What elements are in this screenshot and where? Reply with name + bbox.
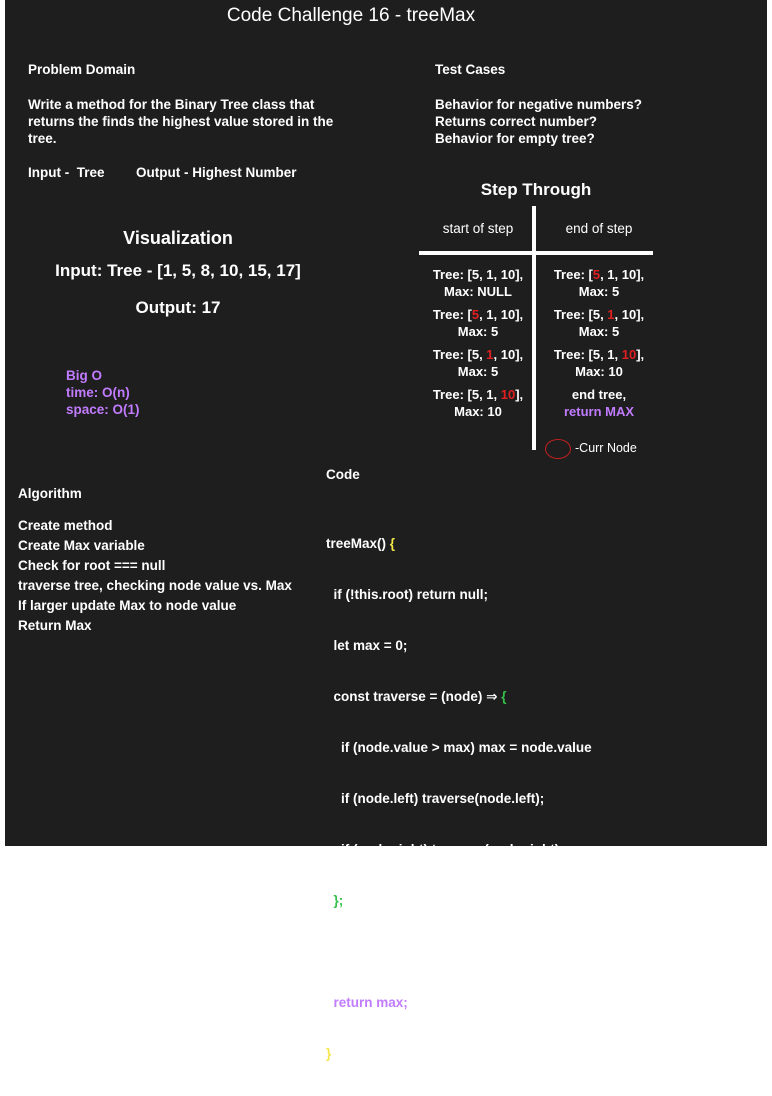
problem-line: Write a method for the Binary Tree class… (28, 97, 315, 112)
problem-line: returns the finds the highest value stor… (28, 114, 334, 129)
algorithm-step: If larger update Max to node value (18, 598, 237, 613)
algorithm-heading: Algorithm (18, 486, 82, 501)
page-title: Code Challenge 16 - treeMax (226, 5, 476, 26)
code-line: if (node.value > max) max = node.value (326, 740, 592, 755)
code-line: traverse(this.root); (326, 944, 454, 959)
code-heading: Code (326, 467, 360, 482)
problem-domain-heading: Problem Domain (28, 62, 136, 77)
column-header-start: start of step (442, 221, 514, 236)
code-line: return max; (326, 995, 408, 1010)
algorithm-step: Return Max (18, 618, 92, 633)
whiteboard-canvas: Code Challenge 16 - treeMax Problem Doma… (5, 0, 767, 1061)
step-end-cell: end tree, return MAX (563, 387, 635, 419)
big-o-time: time: O(n) (66, 385, 130, 400)
algorithm-steps: Create method Create Max variable Check … (18, 516, 292, 636)
code-line: if (node.left) traverse(node.left); (326, 791, 545, 806)
code-line: if (node.right) traverse(node.right); (326, 842, 564, 857)
test-case-item: Returns correct number? (435, 114, 598, 129)
code-line: treeMax() { (326, 536, 396, 551)
step-end-cell: Tree: [5, 1, 10], Max: 10 (553, 347, 645, 379)
step-start-cell: Tree: [5, 1, 10], Max: 5 (432, 307, 524, 339)
t-chart-horizontal-line (419, 251, 653, 255)
output-label: Output - Highest Number (136, 165, 297, 180)
big-o-space: space: O(1) (66, 402, 140, 417)
visualization-input: Input: Tree - [1, 5, 8, 10, 15, 17] (55, 261, 301, 280)
code-line: let max = 0; (326, 638, 408, 653)
code-line: }; (333, 893, 344, 908)
algorithm-step: Create method (18, 518, 113, 533)
problem-line: tree. (28, 131, 57, 146)
code-line: } (326, 1046, 332, 1061)
curr-node-legend: -Curr Node (575, 441, 637, 455)
visualization-output: Output: 17 (135, 298, 221, 317)
curr-node-marker-icon (545, 439, 571, 459)
step-start-cell: Tree: [5, 1, 10], Max: 10 (432, 387, 524, 419)
column-header-end: end of step (565, 221, 633, 236)
big-o-block: Big O time: O(n) space: O(1) (66, 367, 140, 418)
code-line: if (!this.root) return null; (326, 587, 488, 602)
test-case-item: Behavior for empty tree? (435, 131, 595, 146)
test-cases-list: Behavior for negative numbers? Returns c… (435, 96, 642, 147)
step-start-cell: Tree: [5, 1, 10], Max: 5 (432, 347, 524, 379)
visualization-heading: Visualization (123, 228, 233, 248)
algorithm-step: Create Max variable (18, 538, 145, 553)
problem-domain-body: Write a method for the Binary Tree class… (28, 96, 388, 147)
step-end-cell: Tree: [5, 1, 10], Max: 5 (553, 307, 645, 339)
code-block: treeMax() { if (!this.root) return null;… (326, 501, 592, 1096)
input-label: Input - Tree (28, 165, 105, 180)
big-o-heading: Big O (66, 368, 102, 383)
step-start-cell: Tree: [5, 1, 10], Max: NULL (432, 267, 524, 299)
test-cases-heading: Test Cases (435, 62, 506, 77)
step-end-cell: Tree: [5, 1, 10], Max: 5 (553, 267, 645, 299)
test-case-item: Behavior for negative numbers? (435, 97, 643, 112)
algorithm-step: traverse tree, checking node value vs. M… (18, 578, 292, 593)
algorithm-step: Check for root === null (18, 558, 166, 573)
code-line: const traverse = (node) ⇒ { (326, 689, 507, 704)
step-through-heading: Step Through (480, 180, 592, 199)
